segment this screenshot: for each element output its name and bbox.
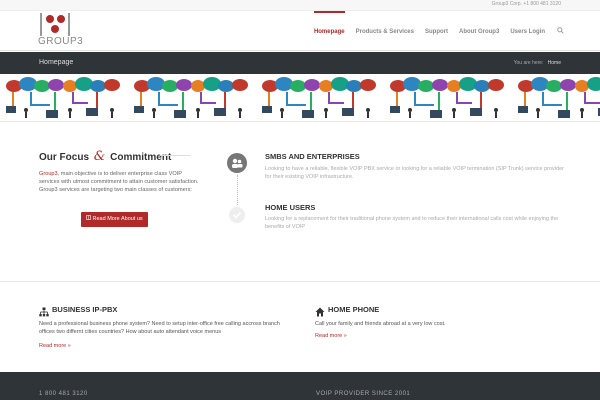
- read-more-about-label: Read More About us: [92, 216, 143, 222]
- products-section: BUSINESS IP-PBX Need a professional busi…: [0, 282, 600, 372]
- focus-paragraph-text: , main objective is to deliver enterpris…: [39, 171, 199, 193]
- read-more-about-button[interactable]: Read More About us: [81, 212, 148, 227]
- breadcrumb-prefix: You are here:: [513, 60, 544, 66]
- check-icon: [229, 207, 245, 223]
- service-text-home-users: Looking for a replacement for their trad…: [265, 216, 559, 230]
- page-title: Homepage: [39, 59, 74, 66]
- network-banner-image: [0, 74, 600, 122]
- business-ippbx-text: Need a professional business phone syste…: [39, 321, 280, 335]
- business-ippbx-read-more[interactable]: Read more »: [39, 343, 71, 349]
- breadcrumb: You are here: Home: [514, 60, 561, 66]
- connector-dots: [237, 175, 238, 205]
- focus-heading-amp: &: [93, 149, 106, 164]
- focus-paragraph: Group3, main objective is to deliver ent…: [39, 170, 199, 194]
- service-title-home-users: HOME USERS: [265, 203, 316, 212]
- nav-products-services[interactable]: Products & Services: [356, 11, 414, 51]
- heading-divider: [160, 155, 190, 156]
- focus-heading-left: Our Focus: [39, 152, 90, 163]
- search-icon[interactable]: [557, 26, 564, 36]
- nav-support[interactable]: Support: [425, 11, 448, 51]
- focus-heading-right: Commitment: [110, 152, 172, 163]
- footer-since: VOIP PROVIDER SINCE 2001: [316, 391, 411, 397]
- logo-dot: [46, 15, 54, 23]
- home-icon: [315, 304, 325, 317]
- site-header: GROUP3 Homepage Products & Services Supp…: [0, 11, 600, 51]
- group3-logo[interactable]: GROUP3: [38, 13, 83, 49]
- users-icon: [227, 153, 247, 173]
- sitemap-icon: [39, 304, 49, 317]
- footer-phone: 1 800 481 3120: [39, 391, 88, 397]
- page-title-bar: Homepage You are here: Home: [0, 52, 600, 74]
- main-nav: Homepage Products & Services Support Abo…: [303, 11, 564, 51]
- logo-wordmark: GROUP3: [38, 36, 84, 47]
- focus-section: Our Focus & Commitment Group3, main obje…: [0, 122, 600, 282]
- brand-link[interactable]: Group3: [39, 171, 58, 177]
- breadcrumb-home[interactable]: Home: [548, 60, 561, 66]
- nav-homepage[interactable]: Homepage: [313, 11, 345, 51]
- home-phone-read-more[interactable]: Read more »: [315, 333, 347, 339]
- top-contact-bar: Group3 Corp. +1 800 481 3120: [0, 0, 600, 11]
- service-title-smbs: SMBS AND ENTERPRISES: [265, 152, 360, 161]
- logo-dot: [57, 15, 65, 23]
- home-phone-title: HOME PHONE: [328, 305, 380, 314]
- home-phone-text: Call your family and friends abroad at a…: [315, 321, 446, 327]
- focus-heading: Our Focus & Commitment: [39, 149, 171, 164]
- business-ippbx-title: BUSINESS IP-PBX: [52, 305, 118, 314]
- logo-dot: [51, 25, 59, 33]
- site-footer: 1 800 481 3120 VOIP PROVIDER SINCE 2001: [0, 372, 600, 400]
- nav-about[interactable]: About Group3: [459, 11, 499, 51]
- service-text-smbs: Looking to have a reliable, flexible VOI…: [265, 166, 564, 180]
- contact-info: Group3 Corp. +1 800 481 3120: [491, 1, 561, 7]
- nav-users-login[interactable]: Users Login: [510, 11, 545, 51]
- cloud-network-illustration: [6, 77, 600, 118]
